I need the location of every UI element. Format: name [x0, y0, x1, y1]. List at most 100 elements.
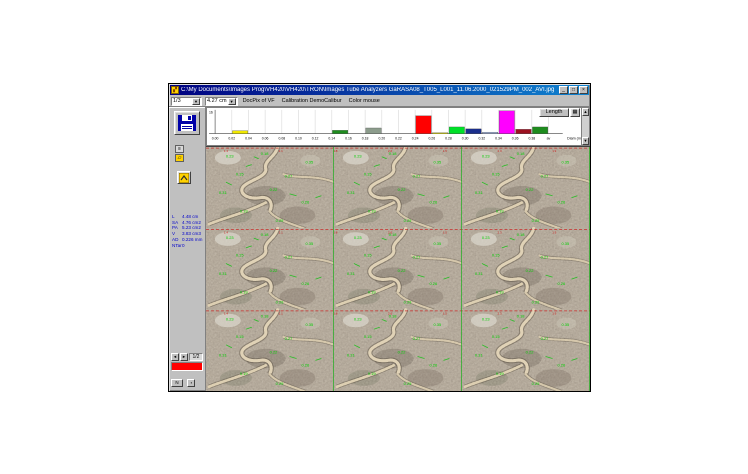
hist-bar: [332, 130, 347, 133]
hist-tick-label: 0.16: [345, 136, 352, 140]
minimize-button[interactable]: _: [559, 86, 568, 94]
toolbar: 1/3 ▼ 4.27 cm ▼ DocPix of VF Calibration…: [169, 96, 590, 107]
hist-tick-label: 0.32: [478, 136, 485, 140]
green-annotation-label: 0.22: [398, 268, 406, 273]
green-annotation-label: 0.31: [475, 190, 483, 195]
green-annotation-label: 0.18: [261, 232, 270, 237]
image-viewport[interactable]: 0.23 0.18 0.35 0.27 0.15 0.31 0.22 0.26 0.19 0.29…: [206, 146, 590, 391]
red-mark-label: 1.4: [224, 230, 228, 234]
green-annotation-label: 0.31: [219, 271, 227, 276]
hist-bar: [482, 132, 497, 133]
green-annotation-label: 0.29: [404, 300, 412, 305]
zoom-combobox-value: 1/3: [173, 98, 191, 104]
green-annotation-label: 0.35: [305, 322, 314, 327]
hist-bar: [466, 129, 481, 134]
red-mark-label: 1.9: [552, 149, 556, 153]
hist-tick-label: 0.08: [278, 136, 285, 140]
red-mark-label: 2.3: [497, 149, 501, 153]
hist-tick-label: 0.10: [295, 136, 302, 140]
green-annotation-label: 0.19: [240, 371, 248, 376]
app-window: ▞ C:\My Documents\Images Prog\VH420\VH42…: [168, 83, 591, 392]
pager: ◄ ► 1/2: [171, 353, 203, 361]
green-annotation-label: 0.29: [276, 381, 284, 386]
green-annotation-label: 0.31: [475, 271, 483, 276]
green-annotation-label: 0.22: [270, 350, 278, 355]
green-annotation-label: 0.27: [413, 336, 421, 341]
spin-up-button[interactable]: ▲: [582, 108, 589, 116]
red-mark-label: 2.6: [388, 312, 392, 316]
corner-button[interactable]: ▪: [187, 379, 195, 387]
hist-tick-label: 0.04: [245, 136, 252, 140]
green-annotation-label: 0.19: [496, 208, 504, 213]
close-button[interactable]: ×: [579, 86, 588, 94]
green-annotation-label: 0.26: [302, 200, 311, 205]
mini-icon-group: ≡ ▱: [175, 145, 184, 162]
green-annotation-label: 0.29: [532, 381, 540, 386]
green-annotation-label: 0.22: [526, 187, 534, 192]
hist-tick-label: 0.20: [378, 136, 385, 140]
red-mark-label: 1.5: [443, 312, 447, 316]
green-annotation-label: 0.31: [347, 190, 355, 195]
menu-item-docpix[interactable]: DocPix of VF: [241, 98, 277, 104]
analysis-tool-button[interactable]: [177, 171, 191, 184]
green-annotation-label: 0.35: [305, 160, 314, 165]
green-annotation-label: 0.23: [226, 235, 235, 240]
green-annotation-label: 0.19: [240, 208, 248, 213]
pager-next-button[interactable]: ►: [180, 353, 188, 361]
title-bar[interactable]: ▞ C:\My Documents\Images Prog\VH420\VH42…: [170, 85, 589, 95]
spin-down-button[interactable]: ▼: [582, 137, 589, 145]
pager-prev-button[interactable]: ◄: [171, 353, 179, 361]
main-area: 0.000.020.040.060.080.100.120.140.160.18…: [206, 107, 590, 391]
scale-combobox[interactable]: 4.27 cm ▼: [205, 97, 238, 106]
green-annotation-label: 0.31: [347, 271, 355, 276]
menu-item-calibration[interactable]: Calibration DemoCalibur: [280, 98, 344, 104]
red-mark-label: 1.8: [333, 312, 337, 316]
red-mark-label: 1.8: [333, 230, 337, 234]
floppy-disk-icon: [178, 115, 196, 131]
note-button[interactable]: N: [171, 379, 183, 387]
red-mark-label: 1.4: [224, 149, 228, 153]
green-annotation-label: 0.22: [398, 350, 406, 355]
length-button[interactable]: Length: [539, 108, 569, 117]
red-mark-label: 2.6: [388, 230, 392, 234]
hist-tick-label: av: [547, 136, 551, 140]
hist-tick-label: 0.06: [262, 136, 269, 140]
hist-tick-label: 0.36: [512, 136, 519, 140]
chevron-down-icon[interactable]: ▼: [192, 98, 200, 105]
chevron-down-icon[interactable]: ▼: [228, 98, 236, 105]
hist-bar: [366, 128, 381, 134]
green-annotation-label: 0.18: [517, 314, 526, 319]
green-annotation-label: 0.19: [368, 208, 376, 213]
green-annotation-label: 0.27: [285, 173, 293, 178]
red-mark-label: 2.3: [497, 230, 501, 234]
menu-item-color-mouse[interactable]: Color mouse: [347, 98, 382, 104]
list-icon[interactable]: ≡: [175, 145, 184, 153]
hist-tick-label: 0.28: [445, 136, 452, 140]
hist-bar: [416, 116, 431, 134]
green-annotation-label: 0.27: [285, 255, 293, 260]
folder-icon[interactable]: ▱: [175, 154, 184, 162]
green-annotation-label: 0.18: [261, 314, 270, 319]
progress-fill: [172, 363, 202, 370]
green-annotation-label: 0.31: [219, 353, 227, 358]
maximize-button[interactable]: □: [569, 86, 578, 94]
hist-tick-label: 0.02: [228, 136, 235, 140]
green-annotation-label: 0.35: [433, 241, 442, 246]
green-annotation-label: 0.26: [430, 281, 439, 286]
hist-tick-label: 0.26: [428, 136, 435, 140]
histogram-options-button[interactable]: ▦: [570, 108, 580, 117]
green-annotation-label: 0.22: [398, 187, 406, 192]
green-annotation-label: 0.18: [261, 151, 270, 156]
save-button[interactable]: [174, 111, 200, 135]
green-annotation-label: 0.35: [561, 160, 570, 165]
hist-bar: [449, 127, 464, 134]
green-annotation-label: 0.22: [270, 187, 278, 192]
measure-ntar: NTar0: [172, 243, 202, 249]
hist-tick-label: 0.22: [395, 136, 402, 140]
zoom-combobox[interactable]: 1/3 ▼: [171, 97, 202, 106]
green-annotation-label: 0.23: [226, 154, 235, 159]
green-annotation-label: 0.19: [368, 371, 376, 376]
green-annotation-label: 0.26: [302, 362, 311, 367]
hist-bar: [499, 111, 514, 134]
green-annotation-label: 0.15: [236, 253, 245, 258]
